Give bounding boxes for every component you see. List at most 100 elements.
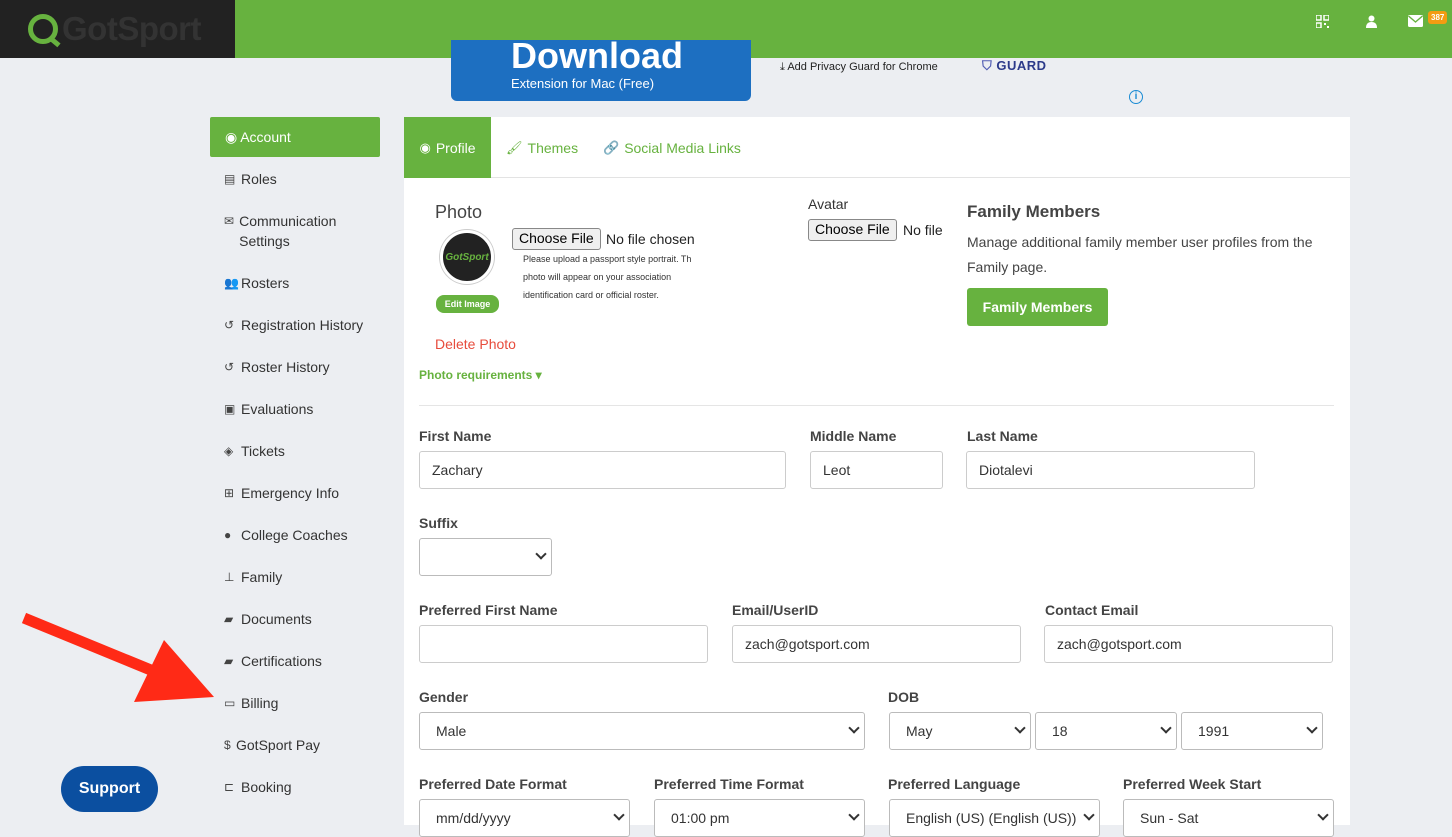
week-start-select[interactable]: Sun - Sat (1123, 799, 1334, 837)
sidebar-item-roster-history[interactable]: ↺ Roster History (224, 357, 330, 377)
time-format-select[interactable]: 01:00 pm (654, 799, 865, 837)
chevron-down-icon (848, 809, 860, 821)
tab-label: Profile (435, 139, 476, 156)
sidebar-item-label: Account (240, 129, 291, 145)
sidebar-item-label: Communication Settings (239, 213, 337, 249)
dollar-icon: $ (224, 738, 231, 752)
user-icon: ● (224, 528, 232, 542)
sidebar-item-booking[interactable]: ⊏ Booking (224, 777, 292, 797)
contact-email-label: Contact Email (1045, 602, 1139, 618)
family-members-button[interactable]: Family Members (967, 288, 1108, 326)
sidebar-item-tickets[interactable]: ◈ Tickets (224, 441, 285, 461)
sidebar-item-label: Registration History (241, 317, 364, 333)
sidebar-item-label: Roles (241, 171, 277, 187)
ad-guard-logo[interactable]: ⛉ GUARD (982, 58, 1047, 74)
ad-guard-label: GUARD (996, 58, 1047, 73)
photo-file-status: No file chosen (606, 231, 695, 247)
edit-image-button[interactable]: Edit Image (436, 295, 499, 313)
info-icon[interactable]: i (1129, 90, 1143, 104)
dob-month-value: May (906, 723, 933, 739)
section-divider (419, 405, 1334, 406)
dob-month-select[interactable]: May (889, 712, 1031, 750)
logo-text: GotSport (62, 10, 201, 47)
middle-name-label: Middle Name (810, 428, 897, 444)
sitemap-icon: ⊥ (224, 570, 235, 584)
preferred-first-name-label: Preferred First Name (419, 602, 558, 618)
photo-requirements-toggle[interactable]: Photo requirements ▾ (419, 368, 542, 382)
sidebar-item-evaluations[interactable]: ▣ Evaluations (224, 399, 313, 419)
dob-day-value: 18 (1052, 723, 1068, 739)
preferred-first-name-input[interactable] (419, 625, 708, 663)
contact-email-input[interactable]: zach@gotsport.com (1044, 625, 1333, 663)
time-format-value: 01:00 pm (671, 810, 730, 826)
week-start-label: Preferred Week Start (1123, 776, 1262, 792)
ad-privacy-link[interactable]: ⤓ Add Privacy Guard for Chrome (780, 61, 938, 74)
tab-themes[interactable]: 🖌 Themes (506, 117, 578, 178)
sidebar-item-gotsport-pay[interactable]: $ GotSport Pay (224, 735, 320, 755)
mail-count-badge: 387 (1428, 11, 1448, 24)
date-format-value: mm/dd/yyyy (436, 810, 511, 826)
gender-select[interactable]: Male (419, 712, 865, 750)
sidebar-item-label: College Coaches (241, 527, 348, 543)
ad-privacy-label: Add Privacy Guard for Chrome (787, 61, 938, 73)
first-name-input[interactable]: Zachary (419, 451, 786, 489)
brush-icon: 🖌 (506, 139, 523, 155)
sidebar-item-label: Tickets (241, 443, 285, 459)
tab-social-media-links[interactable]: 🔗 Social Media Links (603, 117, 741, 178)
sidebar-item-college-coaches[interactable]: ● College Coaches (224, 525, 348, 545)
photo-choose-file-button[interactable]: Choose File (512, 228, 601, 250)
dob-year-select[interactable]: 1991 (1181, 712, 1323, 750)
chevron-down-icon (535, 548, 547, 560)
dob-day-select[interactable]: 18 (1035, 712, 1177, 750)
tab-label: Themes (527, 139, 579, 156)
language-select[interactable]: English (US) (English (US)) (889, 799, 1100, 837)
sidebar-item-label: Family (241, 569, 283, 585)
chevron-down-icon (848, 722, 860, 734)
first-name-label: First Name (419, 428, 492, 444)
middle-name-input[interactable]: Leot (810, 451, 943, 489)
date-format-select[interactable]: mm/dd/yyyy (419, 799, 630, 837)
sidebar-item-rosters[interactable]: 👥 Rosters (224, 273, 289, 293)
sidebar-item-roles[interactable]: ▤ Roles (224, 169, 277, 189)
sidebar-item-account[interactable]: ◉ Account (210, 117, 380, 157)
chevron-down-icon (1160, 722, 1172, 734)
language-value: English (US) (English (US)) (906, 810, 1077, 826)
time-format-label: Preferred Time Format (654, 776, 804, 792)
chevron-down-icon (1306, 722, 1318, 734)
sidebar-item-label: Booking (241, 779, 292, 795)
gotsport-logo[interactable]: GotSport (0, 0, 235, 58)
shield-icon: ⛉ (982, 58, 993, 73)
qr-icon[interactable] (1315, 14, 1330, 31)
mail-icon[interactable] (1408, 15, 1423, 30)
logo-mark-icon (28, 14, 58, 44)
red-arrow-annotation (21, 612, 214, 702)
ad-download-button[interactable]: Download Extension for Mac (Free) (451, 40, 751, 101)
sidebar-item-label: Evaluations (241, 401, 314, 417)
family-members-description: Manage additional family member user pro… (967, 234, 1313, 275)
avatar-file-status: No file (903, 222, 943, 238)
photo-note-line-1: Please upload a passport style portrait.… (523, 254, 692, 264)
week-start-value: Sun - Sat (1140, 810, 1199, 826)
email-userid-input[interactable]: zach@gotsport.com (732, 625, 1021, 663)
suffix-select[interactable] (419, 538, 552, 576)
support-button[interactable]: Support (61, 766, 158, 812)
last-name-input[interactable]: Diotalevi (966, 451, 1255, 489)
tab-profile[interactable]: ◉ Profile (404, 117, 491, 178)
sidebar-item-label: Billing (241, 695, 279, 711)
user-icon[interactable] (1366, 15, 1377, 31)
delete-photo-link[interactable]: Delete Photo (435, 336, 516, 352)
chevron-down-icon (1014, 722, 1026, 734)
sidebar-item-label: Emergency Info (241, 485, 340, 501)
avatar-choose-file-button[interactable]: Choose File (808, 219, 897, 241)
users-icon: 👥 (224, 276, 239, 290)
family-members-title: Family Members (967, 202, 1101, 221)
sidebar-item-registration-history[interactable]: ↺ Registration History (224, 315, 363, 335)
user-circle-icon: ◉ (225, 128, 238, 145)
photo-note-line-3: identification card or official roster. (523, 290, 659, 300)
sidebar-item-emergency-info[interactable]: ⊞ Emergency Info (224, 483, 339, 503)
chevron-down-icon (1083, 809, 1095, 821)
history-icon: ↺ (224, 318, 235, 332)
sidebar-item-family[interactable]: ⊥ Family (224, 567, 282, 587)
sidebar-item-communication-settings[interactable]: ✉ Communication Settings (224, 211, 374, 251)
gender-value: Male (436, 723, 467, 739)
